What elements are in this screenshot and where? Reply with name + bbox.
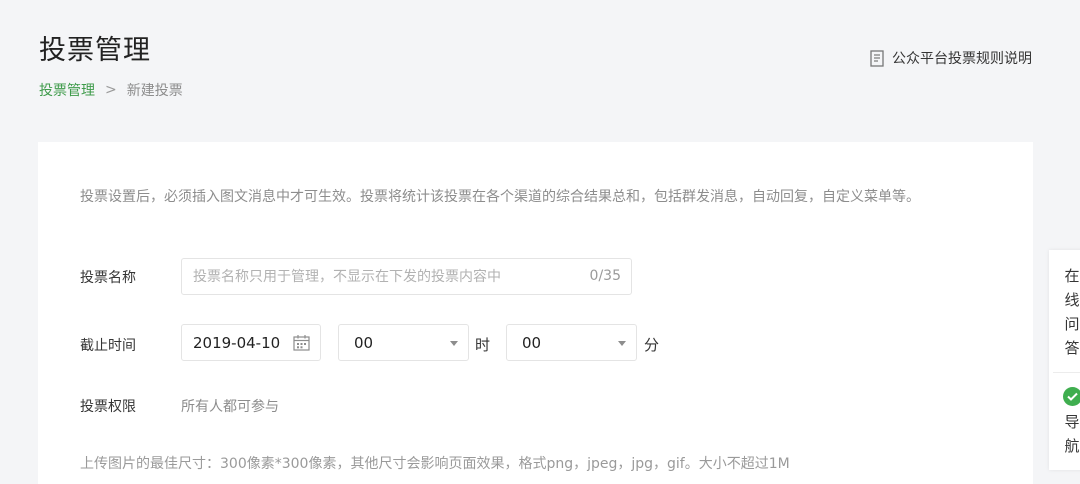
minute-select[interactable]: 00: [506, 324, 637, 361]
deadline-date-picker[interactable]: 2019-04-10: [181, 324, 321, 361]
online-qa-button[interactable]: 在 线 问 答: [1049, 250, 1080, 372]
upload-hint: 上传图片的最佳尺寸：300像素*300像素，其他尺寸会影响页面效果，格式png，…: [80, 456, 790, 472]
side-float-panel: 在 线 问 答 导 航: [1049, 250, 1080, 470]
online-qa-char: 答: [1064, 339, 1080, 357]
vote-form-card: 投票设置后，必须插入图文消息中才可生效。投票将统计该投票在各个渠道的综合结果总和…: [38, 142, 1033, 484]
online-qa-char: 线: [1064, 291, 1080, 309]
breadcrumb-separator: >: [105, 82, 117, 98]
chevron-down-icon: [618, 341, 626, 346]
vote-name-field[interactable]: 0/35: [181, 258, 632, 295]
hour-select[interactable]: 00: [338, 324, 469, 361]
checkmark-glyph: [1066, 392, 1078, 401]
permission-value: 所有人都可参与: [181, 399, 279, 415]
permission-label: 投票权限: [80, 399, 136, 415]
minute-unit: 分: [644, 336, 660, 354]
check-icon: [1062, 387, 1080, 406]
breadcrumb-current: 新建投票: [126, 83, 183, 99]
calendar-icon: [293, 335, 310, 351]
breadcrumb: 投票管理 > 新建投票: [39, 80, 183, 100]
page-title: 投票管理: [39, 35, 151, 66]
online-qa-char: 在: [1064, 267, 1080, 285]
document-icon: [870, 49, 884, 67]
breadcrumb-vote-management[interactable]: 投票管理: [39, 80, 95, 100]
navigation-char: 航: [1064, 437, 1080, 455]
rules-link-label: 公众平台投票规则说明: [892, 51, 1032, 67]
vote-name-input[interactable]: [182, 259, 572, 294]
navigation-button[interactable]: 导 航: [1049, 373, 1080, 470]
hour-select-value: 00: [354, 333, 374, 352]
hour-unit: 时: [475, 336, 491, 354]
form-notice: 投票设置后，必须插入图文消息中才可生效。投票将统计该投票在各个渠道的综合结果总和…: [80, 189, 920, 205]
chevron-down-icon: [450, 341, 458, 346]
minute-select-value: 00: [522, 333, 542, 352]
deadline-label: 截止时间: [80, 338, 136, 354]
deadline-date-value: 2019-04-10: [193, 333, 281, 352]
navigation-char: 导: [1064, 413, 1080, 431]
rules-link[interactable]: 公众平台投票规则说明: [870, 48, 1032, 68]
vote-name-counter: 0/35: [589, 268, 621, 284]
online-qa-char: 问: [1064, 315, 1080, 333]
vote-name-label: 投票名称: [80, 270, 136, 286]
